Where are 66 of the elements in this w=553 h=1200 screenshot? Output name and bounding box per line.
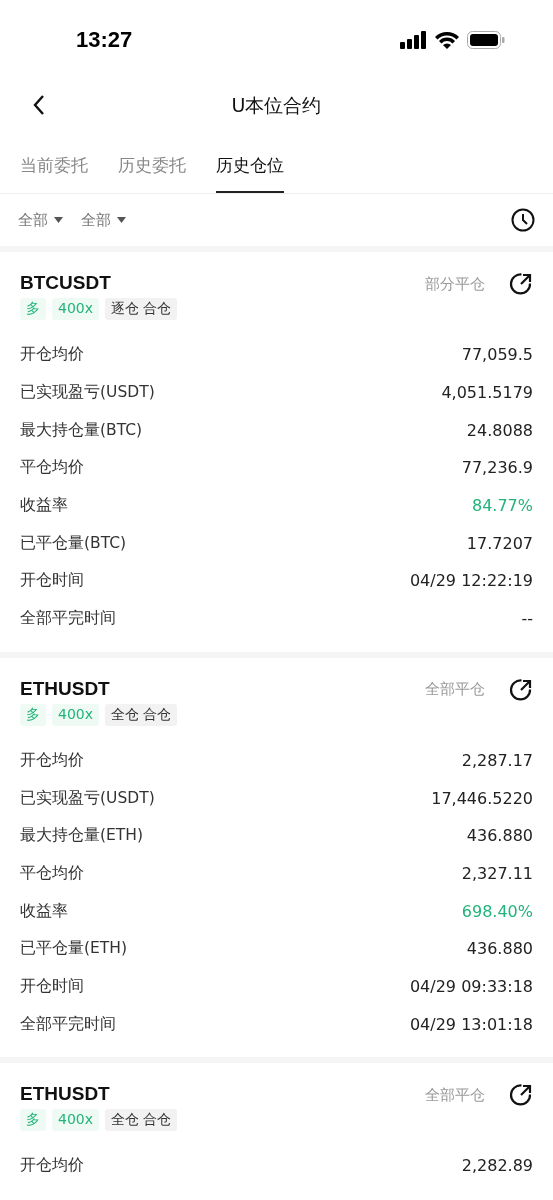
field-label: 平仓均价	[20, 862, 84, 884]
symbol-title: ETHUSDT	[20, 677, 111, 700]
position-tag: 逐仓 合仓	[105, 298, 178, 320]
field-value: 04/29 13:01:18	[409, 1014, 533, 1034]
field-label: 收益率	[20, 495, 68, 517]
field-value: 84.77%	[472, 496, 533, 516]
field-value: 04/29 12:22:19	[409, 571, 533, 591]
field-label: 平仓均价	[20, 457, 84, 479]
field-value: 77,236.9	[461, 458, 533, 478]
field-value: 17,446.5220	[431, 788, 533, 808]
page-title: U本位合约	[231, 93, 322, 118]
field-label: 开仓时间	[20, 570, 84, 592]
field-value: 2,287.17	[461, 750, 533, 770]
tab[interactable]: 历史委托	[118, 150, 186, 193]
position-tag: 全仓 合仓	[105, 703, 178, 726]
battery-icon	[467, 31, 505, 49]
back-icon[interactable]	[32, 94, 46, 116]
field-value: 2,282.89	[461, 1156, 533, 1176]
field-label: 全部平完时间	[20, 1013, 116, 1035]
field-label: 开仓时间	[20, 975, 84, 997]
position-tag: 多	[20, 298, 46, 320]
field-label: 最大持仓量(BTC)	[20, 419, 143, 441]
field-value: 2,327.11	[461, 863, 533, 883]
field-value: 04/29 09:33:18	[409, 976, 533, 996]
clock-icon[interactable]	[511, 208, 535, 232]
field-value: 4,051.5179	[441, 383, 533, 403]
wifi-icon	[435, 31, 459, 49]
share-icon[interactable]	[509, 1083, 533, 1107]
field-value: --	[521, 609, 533, 629]
field-value: 436.880	[466, 826, 533, 846]
field-label: 收益率	[20, 900, 68, 922]
position-tag: 多	[20, 703, 46, 726]
field-label: 已实现盈亏(USDT)	[20, 787, 155, 809]
field-label: 开仓均价	[20, 344, 84, 366]
field-value: 24.8088	[466, 420, 533, 440]
field-label: 已实现盈亏(USDT)	[20, 382, 155, 404]
caret-icon	[54, 217, 63, 223]
share-icon[interactable]	[509, 272, 533, 296]
tab[interactable]: 当前委托	[20, 150, 88, 193]
tab[interactable]: 历史仓位	[216, 150, 284, 193]
symbol-title: BTCUSDT	[20, 272, 112, 294]
field-value: 698.40%	[461, 901, 533, 921]
signal-icon	[400, 31, 427, 49]
close-status: 部分平仓	[425, 274, 485, 294]
field-value: 17.7207	[466, 533, 533, 553]
symbol-title: ETHUSDT	[20, 1083, 111, 1105]
field-label: 最大持仓量(ETH)	[20, 825, 143, 847]
position-tag: 多	[20, 1109, 46, 1131]
caret-icon	[117, 217, 126, 223]
status-time: 13:27	[76, 27, 133, 53]
field-label: 开仓均价	[20, 749, 84, 771]
close-status: 全部平仓	[425, 680, 485, 699]
field-label: 开仓均价	[20, 1155, 84, 1177]
filter-dropdown[interactable]: 全部	[18, 210, 63, 230]
position-tag: 全仓 合仓	[105, 1109, 178, 1131]
close-status: 全部平仓	[425, 1085, 485, 1105]
position-tag: 400x	[52, 703, 99, 726]
field-value: 77,059.5	[461, 345, 533, 365]
field-label: 已平仓量(BTC)	[20, 532, 127, 554]
position-tag: 400x	[52, 1109, 99, 1131]
field-value: 436.880	[466, 939, 533, 959]
share-icon[interactable]	[509, 677, 533, 702]
filter-dropdown[interactable]: 全部	[81, 210, 126, 230]
position-tag: 400x	[52, 298, 99, 320]
field-label: 已平仓量(ETH)	[20, 938, 127, 960]
field-label: 全部平完时间	[20, 608, 116, 630]
